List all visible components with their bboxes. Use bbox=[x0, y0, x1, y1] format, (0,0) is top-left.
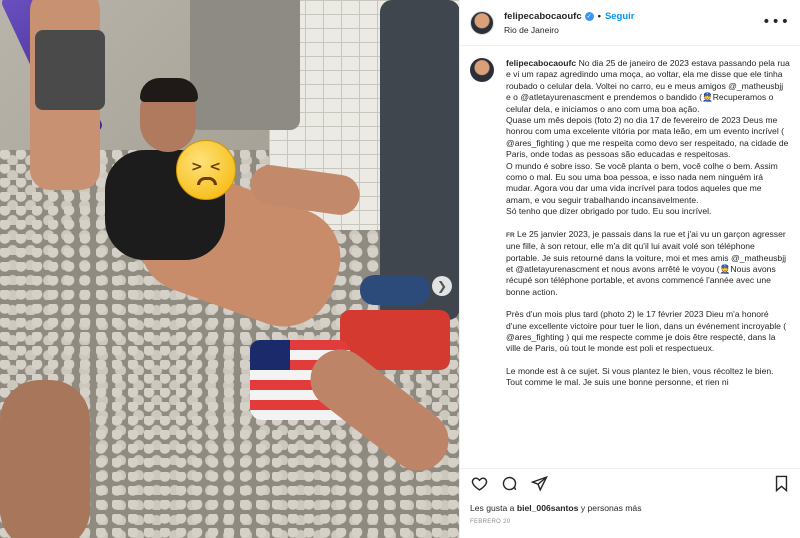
heart-icon[interactable] bbox=[470, 475, 488, 493]
follow-button[interactable]: Seguir bbox=[605, 11, 635, 22]
separator-dot: • bbox=[597, 10, 601, 22]
share-icon[interactable] bbox=[530, 475, 548, 493]
location-link[interactable]: Rio de Janeiro bbox=[504, 25, 635, 35]
caption-fr-paragraph-3: Le monde est à ce sujet. Si vous plantez… bbox=[506, 365, 774, 388]
likes-prefix: Les gusta a bbox=[470, 503, 517, 513]
post-header: felipecabocaoufc ✓ • Seguir Rio de Janei… bbox=[460, 0, 800, 46]
caption-pt-paragraph-3: O mundo é sobre isso. Se você planta o b… bbox=[506, 160, 778, 205]
fighter-hair bbox=[140, 78, 198, 102]
caption-username[interactable]: felipecabocaoufc bbox=[506, 58, 576, 68]
caption-pt-paragraph-4: Só tenho que dizer obrigado por tudo. Eu… bbox=[506, 206, 712, 217]
chevron-right-icon[interactable]: ❯ bbox=[432, 276, 452, 296]
post-date: FEBRERO 20 bbox=[470, 519, 511, 525]
more-options-icon[interactable]: ••• bbox=[762, 14, 790, 30]
bookmark-icon[interactable] bbox=[772, 475, 790, 493]
fr-flag-label: FR bbox=[506, 231, 515, 239]
sneaker bbox=[360, 275, 430, 305]
action-bar bbox=[460, 468, 800, 498]
confounded-face-emoji: > < bbox=[176, 140, 236, 200]
username-link[interactable]: felipecabocaoufc bbox=[504, 11, 582, 22]
verified-badge-icon: ✓ bbox=[584, 11, 594, 21]
likes-summary[interactable]: Les gusta a biel_006santos y personas má… bbox=[470, 503, 642, 513]
caption-text: felipecabocaoufc No dia 25 de janeiro de… bbox=[506, 58, 790, 464]
likes-suffix: y personas más bbox=[578, 503, 642, 513]
post-sidebar: felipecabocaoufc ✓ • Seguir Rio de Janei… bbox=[459, 0, 800, 538]
caption-avatar[interactable] bbox=[470, 58, 494, 82]
avatar[interactable] bbox=[470, 10, 494, 35]
post-image[interactable]: > < ❯ bbox=[0, 0, 459, 538]
caption-fr-paragraph-2: Près d'un mois plus tard (photo 2) le 17… bbox=[506, 309, 787, 354]
caption-scroll[interactable]: felipecabocaoufc No dia 25 de janeiro de… bbox=[460, 52, 800, 464]
bystander-left-shorts bbox=[35, 30, 105, 110]
foreground-arm bbox=[0, 380, 90, 538]
caption-fr-paragraph-1: Le 25 janvier 2023, je passais dans la r… bbox=[506, 228, 787, 297]
bystander-right bbox=[380, 0, 459, 320]
likes-user[interactable]: biel_006santos bbox=[517, 503, 579, 513]
bystander-center bbox=[190, 0, 300, 130]
caption-pt-paragraph-2: Quase um mês depois (foto 2) no dia 17 d… bbox=[506, 115, 789, 160]
comment-icon[interactable] bbox=[500, 475, 518, 493]
